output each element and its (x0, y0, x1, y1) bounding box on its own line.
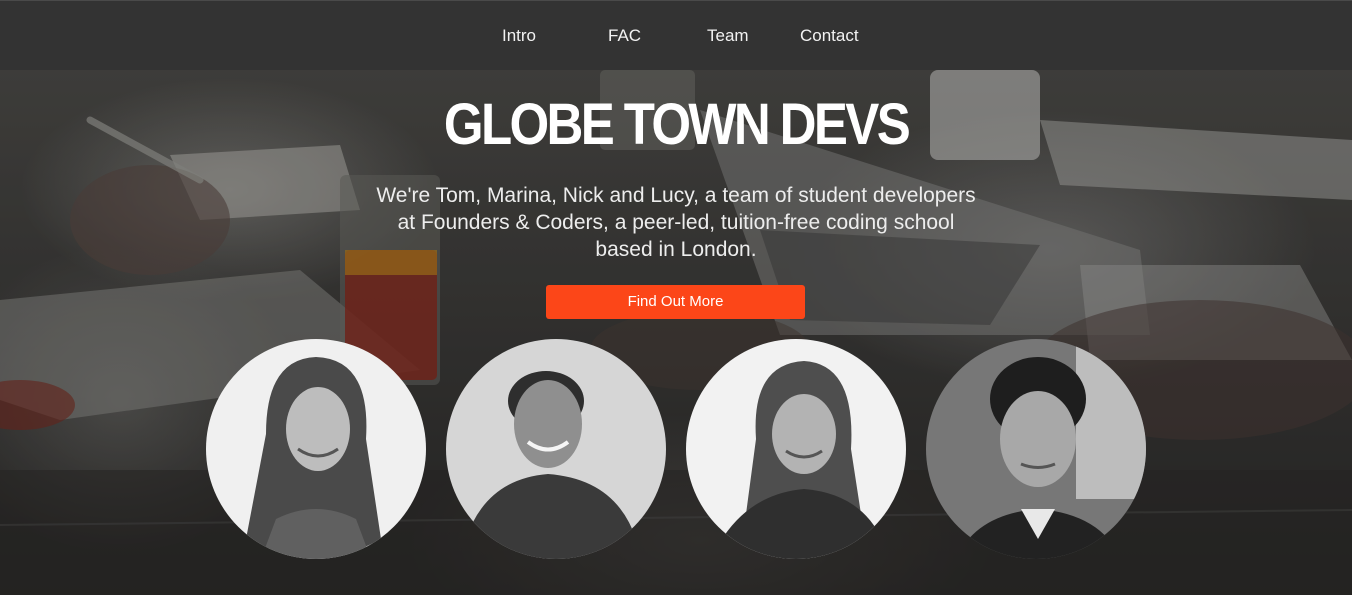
nav-link-team[interactable]: Team (707, 25, 749, 47)
find-out-more-button[interactable]: Find Out More (546, 285, 805, 319)
team-photo-tom (926, 339, 1146, 559)
team-photo-lucy (686, 339, 906, 559)
hero-section: GLOBE TOWN DEVS We're Tom, Marina, Nick … (0, 70, 1352, 595)
team-photo-marina (206, 339, 426, 559)
hero-title: GLOBE TOWN DEVS (443, 92, 911, 157)
hero-description: We're Tom, Marina, Nick and Lucy, a team… (376, 184, 976, 261)
team-photo-nick (446, 339, 666, 559)
top-navbar: Intro FAC Team Contact (0, 0, 1352, 70)
nav-link-fac[interactable]: FAC (608, 25, 641, 47)
nav-link-intro[interactable]: Intro (502, 25, 536, 47)
nav-link-contact[interactable]: Contact (800, 25, 859, 47)
